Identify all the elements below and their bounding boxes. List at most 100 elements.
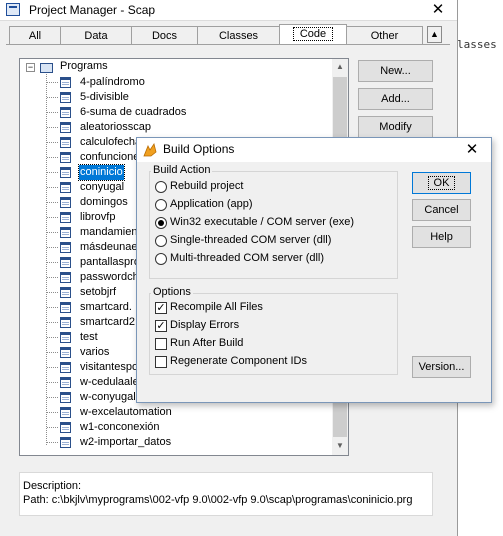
radio-application[interactable] [155, 199, 167, 211]
tree-connector [46, 74, 47, 445]
tree-connector [47, 82, 58, 83]
tree-item-label: coninicio [78, 164, 125, 181]
program-file-icon [60, 257, 71, 268]
collapse-toggle-icon[interactable]: − [26, 63, 35, 72]
checkbox-regenerate-ids[interactable] [155, 356, 167, 368]
tab-label: Docs [151, 30, 178, 42]
tree-connector [47, 307, 58, 308]
tree-item-label: aleatoriosscap [80, 121, 151, 133]
tree-connector [47, 382, 58, 383]
program-file-icon [60, 347, 71, 358]
tree-item-label: visitantespor [80, 361, 142, 373]
tab-classes[interactable]: Classes [197, 26, 280, 44]
radio-multi-threaded-dll[interactable] [155, 253, 167, 265]
tab-label: Other [370, 30, 399, 42]
tab-all[interactable]: All [9, 26, 61, 44]
tree-connector [47, 337, 58, 338]
program-file-icon [60, 332, 71, 343]
tree-item-label: conyugal [80, 181, 125, 193]
tab-divider [6, 44, 450, 45]
tree-connector [47, 442, 58, 443]
tree-connector [47, 412, 58, 413]
tree-root-label[interactable]: Programs [60, 60, 108, 72]
tree-item-label: w-cedulaale [80, 376, 139, 388]
radio-single-threaded-dll[interactable] [155, 235, 167, 247]
tree-item-label: librovfp [80, 211, 116, 223]
radio-label[interactable]: Application (app) [170, 198, 253, 210]
cancel-button[interactable]: Cancel [412, 199, 471, 221]
tree-item-label: 6-suma de cuadrados [80, 106, 187, 118]
program-file-icon [60, 152, 71, 163]
tree-item-label: confuncione [80, 151, 140, 163]
window-title: Project Manager - Scap [29, 3, 156, 17]
fox-icon [143, 143, 157, 157]
tree-item-label: domingos [80, 196, 128, 208]
tree-connector [47, 142, 58, 143]
tab-other[interactable]: Other [346, 26, 423, 44]
tree-item-label: 5-divisible [80, 91, 129, 103]
radio-label[interactable]: Multi-threaded COM server (dll) [170, 252, 324, 264]
modify-button[interactable]: Modify [358, 116, 433, 138]
program-file-icon [60, 122, 71, 133]
checkbox-recompile[interactable]: ✓ [155, 302, 167, 314]
project-manager-titlebar[interactable]: Project Manager - Scap ✕ [0, 0, 457, 21]
help-button[interactable]: Help [412, 226, 471, 248]
tree-connector [47, 322, 58, 323]
program-file-icon [60, 227, 71, 238]
tree-connector [47, 112, 58, 113]
tree-item-label: w1-conconexión [80, 421, 160, 433]
tree-connector [47, 352, 58, 353]
tab-label: All [28, 30, 42, 42]
dialog-title: Build Options [163, 142, 235, 156]
add-button-label: Add... [381, 93, 410, 105]
tree-connector [47, 202, 58, 203]
program-file-icon [60, 107, 71, 118]
tree-connector [47, 127, 58, 128]
checkbox-label[interactable]: Regenerate Component IDs [170, 355, 307, 367]
tree-item-label: 4-palíndromo [80, 76, 145, 88]
tree-connector [47, 397, 58, 398]
program-file-icon [60, 212, 71, 223]
tree-item-label: calculofecha [80, 136, 142, 148]
checkbox-label[interactable]: Run After Build [170, 337, 243, 349]
tree-item-label: másdeunaes [80, 241, 143, 253]
close-icon[interactable]: ✕ [430, 2, 446, 18]
scroll-up-icon[interactable]: ▲ [332, 59, 348, 75]
radio-label[interactable]: Single-threaded COM server (dll) [170, 234, 331, 246]
tab-scroll-up-icon[interactable]: ▲ [427, 26, 442, 43]
tree-item-label: smartcard2. [80, 316, 139, 328]
add-button[interactable]: Add... [358, 88, 433, 110]
radio-label[interactable]: Win32 executable / COM server (exe) [170, 216, 354, 228]
help-button-label: Help [430, 231, 453, 243]
radio-rebuild-project[interactable] [155, 181, 167, 193]
new-button[interactable]: New... [358, 60, 433, 82]
program-file-icon [60, 302, 71, 313]
checkbox-label[interactable]: Recompile All Files [170, 301, 263, 313]
checkbox-label[interactable]: Display Errors [170, 319, 239, 331]
tree-connector [47, 232, 58, 233]
program-file-icon [60, 272, 71, 283]
program-file-icon [60, 377, 71, 388]
version-button[interactable]: Version... [412, 356, 471, 378]
tab-docs[interactable]: Docs [131, 26, 198, 44]
description-label: Description: [23, 480, 82, 492]
tab-code[interactable]: Code [279, 24, 347, 45]
cancel-button-label: Cancel [424, 204, 459, 216]
scroll-down-icon[interactable]: ▼ [332, 438, 348, 454]
tab-label: Classes [218, 30, 259, 42]
tab-data[interactable]: Data [60, 26, 132, 44]
tree-item-label: setobjrf [80, 286, 117, 298]
tree-item-label: pantallaspro [80, 256, 140, 268]
program-file-icon [60, 167, 71, 178]
tree-item-label: smartcard. [80, 301, 132, 313]
radio-label[interactable]: Rebuild project [170, 180, 243, 192]
ok-button[interactable]: OK [412, 172, 471, 194]
program-file-icon [60, 317, 71, 328]
checkbox-run-after-build[interactable] [155, 338, 167, 350]
dialog-close-icon[interactable]: ✕ [463, 141, 481, 159]
checkbox-display-errors[interactable]: ✓ [155, 320, 167, 332]
tree-connector [47, 172, 58, 173]
radio-win32-exe[interactable] [155, 217, 167, 229]
tab-label: Data [84, 30, 108, 42]
program-file-icon [60, 92, 71, 103]
